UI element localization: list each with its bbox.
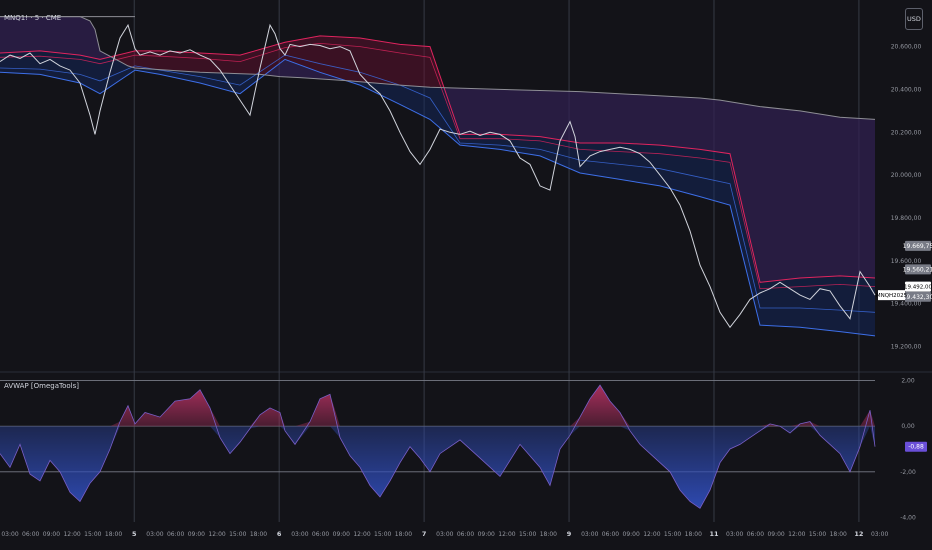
time-axis[interactable]: 03:00 06:00 09:00 12:00 15:00 18:00 5 03:00 06:0… bbox=[1, 530, 888, 538]
time-tick: 15:00 bbox=[519, 531, 536, 538]
price-tick: 20.600,00 bbox=[891, 44, 922, 51]
time-tick: 6 bbox=[277, 530, 282, 538]
time-tick: 06:00 bbox=[747, 531, 764, 538]
oscillator-axis[interactable]: 2,00 0,00 -2,00 -4,00 -0,88 bbox=[900, 378, 927, 522]
time-tick: 12 bbox=[854, 530, 863, 538]
time-tick: 09:00 bbox=[623, 531, 640, 538]
time-tick: 12:00 bbox=[498, 531, 515, 538]
symbol-title[interactable]: MNQ1! · 5 · CME bbox=[4, 14, 61, 22]
time-tick: 03:00 bbox=[581, 531, 598, 538]
time-tick: 03:00 bbox=[436, 531, 453, 538]
time-tick: 18:00 bbox=[685, 531, 702, 538]
time-tick: 15:00 bbox=[229, 531, 246, 538]
time-tick: 03:00 bbox=[291, 531, 308, 538]
time-tick: 11 bbox=[709, 530, 719, 538]
price-tick: 19.200,00 bbox=[891, 344, 922, 351]
price-tick: 19.800,00 bbox=[891, 215, 922, 222]
time-tick: 18:00 bbox=[395, 531, 412, 538]
time-tick: 09:00 bbox=[188, 531, 205, 538]
time-tick: 03:00 bbox=[146, 531, 163, 538]
price-pane[interactable] bbox=[0, 16, 876, 337]
price-tag: 19.669,75 bbox=[903, 243, 932, 250]
price-tick: 19.600,00 bbox=[891, 258, 922, 265]
indicator-title[interactable]: AVWAP [OmegaTools] bbox=[4, 382, 79, 390]
time-tick: 12:00 bbox=[208, 531, 225, 538]
currency-button[interactable]: USD bbox=[905, 8, 923, 30]
oscillator-tick: -2,00 bbox=[900, 469, 916, 476]
time-tick: 18:00 bbox=[105, 531, 122, 538]
oscillator-negative-area bbox=[0, 426, 875, 509]
time-tick: 12:00 bbox=[643, 531, 660, 538]
symbol-tag: MNQH2025 bbox=[876, 293, 908, 299]
time-tick: 09:00 bbox=[478, 531, 495, 538]
price-axis[interactable]: 20.600,00 20.400,00 20.200,00 20.000,00 19.8… bbox=[876, 44, 932, 351]
oscillator-pane[interactable] bbox=[0, 380, 876, 509]
time-tick: 03:00 bbox=[871, 531, 888, 538]
time-tick: 03:00 bbox=[1, 531, 18, 538]
time-tick: 09:00 bbox=[333, 531, 350, 538]
time-tick: 9 bbox=[567, 530, 572, 538]
time-tick: 06:00 bbox=[457, 531, 474, 538]
price-tick: 20.200,00 bbox=[891, 129, 922, 136]
price-tick: 20.000,00 bbox=[891, 172, 922, 179]
time-tick: 18:00 bbox=[830, 531, 847, 538]
time-tick: 5 bbox=[132, 530, 137, 538]
time-tick: 12:00 bbox=[353, 531, 370, 538]
time-tick: 7 bbox=[422, 530, 427, 538]
time-tick: 06:00 bbox=[167, 531, 184, 538]
price-tag: 19.492,00 bbox=[904, 285, 932, 291]
time-tick: 12:00 bbox=[788, 531, 805, 538]
time-tick: 18:00 bbox=[540, 531, 557, 538]
oscillator-tick: 2,00 bbox=[901, 378, 915, 385]
time-tick: 12:00 bbox=[63, 531, 80, 538]
time-tick: 09:00 bbox=[767, 531, 784, 538]
chart-canvas: 20.600,00 20.400,00 20.200,00 20.000,00 19.8… bbox=[0, 0, 932, 538]
oscillator-tick: -4,00 bbox=[900, 514, 916, 521]
time-tick: 18:00 bbox=[250, 531, 267, 538]
time-tick: 15:00 bbox=[664, 531, 681, 538]
time-tick: 06:00 bbox=[602, 531, 619, 538]
price-tick: 20.400,00 bbox=[891, 86, 922, 93]
time-tick: 09:00 bbox=[43, 531, 60, 538]
time-tick: 06:00 bbox=[312, 531, 329, 538]
oscillator-positive-area bbox=[0, 385, 875, 427]
time-tick: 15:00 bbox=[809, 531, 826, 538]
time-tick: 06:00 bbox=[22, 531, 39, 538]
price-tag: 19.560,21 bbox=[903, 266, 932, 273]
oscillator-tick: 0,00 bbox=[901, 423, 915, 430]
oscillator-value-tag: -0,88 bbox=[908, 444, 924, 451]
time-tick: 03:00 bbox=[726, 531, 743, 538]
time-tick: 15:00 bbox=[84, 531, 101, 538]
time-tick: 15:00 bbox=[374, 531, 391, 538]
